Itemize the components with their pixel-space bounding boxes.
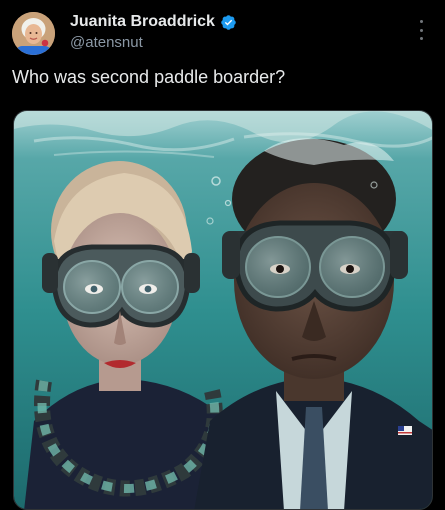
tweet-text: Who was second paddle boarder? bbox=[12, 67, 286, 87]
author-handle[interactable]: @atensnut bbox=[70, 34, 237, 51]
more-vertical-icon[interactable] bbox=[414, 20, 428, 40]
avatar-icon bbox=[12, 12, 55, 55]
name-row: Juanita Broaddrick bbox=[70, 12, 237, 32]
tweet-image[interactable] bbox=[13, 110, 433, 510]
verified-badge-icon bbox=[220, 14, 237, 31]
author-block: Juanita Broaddrick @atensnut bbox=[70, 12, 237, 52]
avatar[interactable] bbox=[12, 12, 55, 55]
underwater-image bbox=[14, 111, 432, 509]
tweet: Juanita Broaddrick @atensnut Who was sec… bbox=[0, 0, 445, 510]
display-name[interactable]: Juanita Broaddrick bbox=[70, 13, 215, 31]
